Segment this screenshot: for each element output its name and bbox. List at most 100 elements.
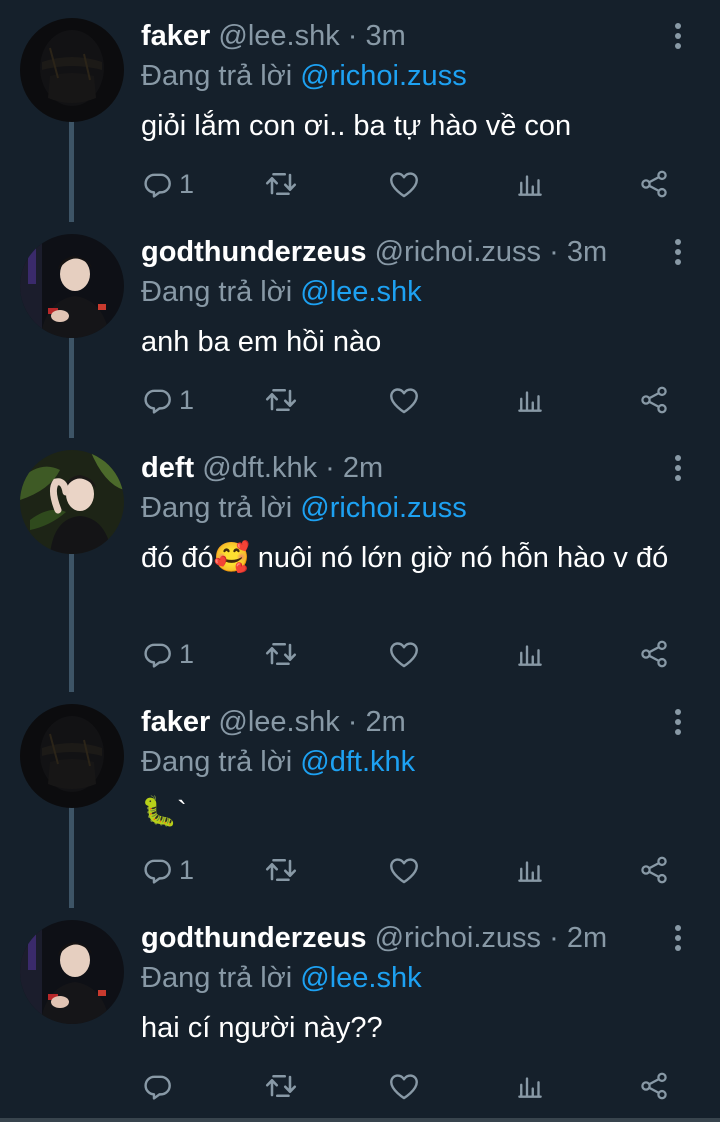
more-options-icon[interactable] <box>666 18 690 54</box>
thread-line <box>69 336 74 438</box>
reply-count: 1 <box>179 168 195 199</box>
tweet-text: giỏi lắm con ơi.. ba tự hào về con <box>141 110 572 142</box>
display-name[interactable]: godthunderzeus <box>141 922 367 954</box>
user-handle[interactable]: @dft.khk <box>202 452 317 484</box>
separator-dot: · <box>549 236 559 268</box>
user-handle[interactable]: @richoi.zuss <box>375 922 541 954</box>
reply-button[interactable] <box>141 1066 179 1106</box>
bar-chart-icon <box>515 1070 545 1102</box>
more-options-icon[interactable] <box>666 920 690 956</box>
heart-icon <box>387 853 421 887</box>
masked-person-avatar <box>20 704 124 808</box>
retweet-icon <box>263 852 299 888</box>
timestamp[interactable]: 2m <box>343 452 383 484</box>
like-button[interactable] <box>387 634 421 674</box>
more-options-icon[interactable] <box>666 450 690 486</box>
timestamp[interactable]: 3m <box>366 20 406 52</box>
user-handle[interactable]: @lee.shk <box>218 706 339 738</box>
tweet-header: godthunderzeus @richoi.zuss · 3m <box>141 234 607 270</box>
mention-link[interactable]: @richoi.zuss <box>300 60 466 92</box>
retweet-button[interactable] <box>263 1066 299 1106</box>
replying-to: Đang trả lời @richoi.zuss <box>141 58 467 94</box>
views-button[interactable] <box>515 850 545 890</box>
share-icon <box>638 637 670 671</box>
tweet-text: hai cí người này?? <box>141 1012 383 1044</box>
reply-count: 1 <box>179 854 195 885</box>
separator-dot: · <box>325 452 335 484</box>
reply-count: 1 <box>179 638 195 669</box>
retweet-button[interactable] <box>263 634 299 674</box>
like-button[interactable] <box>387 850 421 890</box>
avatar[interactable] <box>20 450 124 554</box>
share-icon <box>638 383 670 417</box>
young-man-avatar <box>20 234 124 338</box>
mention-link[interactable]: @richoi.zuss <box>300 492 466 524</box>
timestamp[interactable]: 2m <box>567 922 607 954</box>
thread-line <box>69 806 74 908</box>
heart-icon <box>387 1069 421 1103</box>
reply-button[interactable]: 1 <box>141 850 194 890</box>
avatar[interactable] <box>20 920 124 1024</box>
display-name[interactable]: faker <box>141 20 210 52</box>
reply-icon <box>141 383 175 417</box>
mention-link[interactable]: @dft.khk <box>300 746 415 778</box>
share-icon <box>638 853 670 887</box>
more-options-icon[interactable] <box>666 234 690 270</box>
mention-link[interactable]: @lee.shk <box>300 962 421 994</box>
display-name[interactable]: godthunderzeus <box>141 236 367 268</box>
share-button[interactable] <box>638 850 670 890</box>
tweet-text: đó đó🥰 nuôi nó lớn giờ nó hỗn hào v đó <box>141 542 669 574</box>
retweet-button[interactable] <box>263 380 299 420</box>
reply-button[interactable]: 1 <box>141 164 194 204</box>
share-button[interactable] <box>638 1066 670 1106</box>
action-bar: 1 <box>141 634 681 674</box>
like-button[interactable] <box>387 164 421 204</box>
reply-prefix: Đang trả lời <box>141 962 293 994</box>
heart-icon <box>387 383 421 417</box>
reply-icon <box>141 853 175 887</box>
display-name[interactable]: faker <box>141 706 210 738</box>
reply-button[interactable]: 1 <box>141 380 194 420</box>
like-button[interactable] <box>387 1066 421 1106</box>
replying-to: Đang trả lời @richoi.zuss <box>141 490 467 526</box>
retweet-button[interactable] <box>263 850 299 890</box>
replying-to: Đang trả lời @dft.khk <box>141 744 415 780</box>
share-icon <box>638 1069 670 1103</box>
share-button[interactable] <box>638 164 670 204</box>
reply-prefix: Đang trả lời <box>141 746 293 778</box>
views-button[interactable] <box>515 164 545 204</box>
more-options-icon[interactable] <box>666 704 690 740</box>
reply-icon <box>141 167 175 201</box>
mention-link[interactable]: @lee.shk <box>300 276 421 308</box>
share-button[interactable] <box>638 634 670 674</box>
tweet-header: deft @dft.khk · 2m <box>141 450 383 486</box>
share-button[interactable] <box>638 380 670 420</box>
display-name[interactable]: deft <box>141 452 194 484</box>
thread-line <box>69 120 74 222</box>
retweet-icon <box>263 166 299 202</box>
timestamp[interactable]: 3m <box>567 236 607 268</box>
avatar[interactable] <box>20 18 124 122</box>
user-handle[interactable]: @lee.shk <box>218 20 339 52</box>
views-button[interactable] <box>515 1066 545 1106</box>
avatar[interactable] <box>20 704 124 808</box>
user-handle[interactable]: @richoi.zuss <box>375 236 541 268</box>
avatar[interactable] <box>20 234 124 338</box>
bar-chart-icon <box>515 638 545 670</box>
young-man-avatar <box>20 920 124 1024</box>
views-button[interactable] <box>515 380 545 420</box>
retweet-button[interactable] <box>263 164 299 204</box>
heart-icon <box>387 167 421 201</box>
separator-dot: · <box>549 922 559 954</box>
action-bar: 1 <box>141 164 681 204</box>
views-button[interactable] <box>515 634 545 674</box>
tweet-header: faker @lee.shk · 2m <box>141 704 406 740</box>
bar-chart-icon <box>515 854 545 886</box>
reply-button[interactable]: 1 <box>141 634 194 674</box>
retweet-icon <box>263 382 299 418</box>
like-button[interactable] <box>387 380 421 420</box>
timestamp[interactable]: 2m <box>366 706 406 738</box>
tweet-text: anh ba em hồi nào <box>141 326 382 358</box>
action-bar: 1 <box>141 850 681 890</box>
masked-person-avatar <box>20 18 124 122</box>
